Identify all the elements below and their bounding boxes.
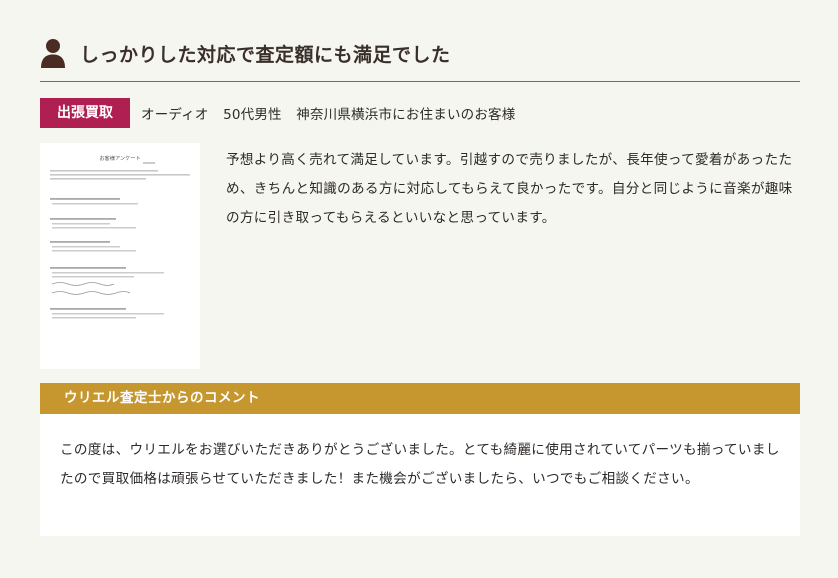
title-divider [40,81,800,82]
staff-comment-header: ウリエル査定士からのコメント [40,383,800,414]
survey-sheet-title: お客様アンケート [99,154,140,162]
service-type-badge: 出張買取 [40,98,130,128]
review-card: しっかりした対応で査定額にも満足でした 出張買取 オーディオ 50代男性 神奈川… [0,0,838,578]
person-icon [40,38,66,68]
staff-comment-box: この度は、ウリエルをお選びいただきありがとうございました。とても綺麗に使用されて… [40,414,800,536]
staff-comment-text: この度は、ウリエルをお選びいただきありがとうございました。とても綺麗に使用されて… [60,442,780,487]
survey-sheet-drawing: お客様アンケート [40,143,200,369]
review-title: しっかりした対応で査定額にも満足でした [80,43,451,66]
review-meta: 出張買取 オーディオ 50代男性 神奈川県横浜市にお住まいのお客様 [40,98,525,128]
review-body: 予想より高く売れて満足しています。引越すので売りましたが、長年使って愛着があった… [226,152,793,226]
review-title-row: しっかりした対応で査定額にも満足でした [40,36,800,70]
customer-age: 50代男性 [223,107,282,123]
item-category: オーディオ [141,107,209,123]
customer-info: オーディオ 50代男性 神奈川県横浜市にお住まいのお客様 [141,103,525,123]
survey-sheet-image[interactable]: お客様アンケート [40,143,200,369]
customer-location: 神奈川県横浜市にお住まいのお客様 [296,107,516,123]
